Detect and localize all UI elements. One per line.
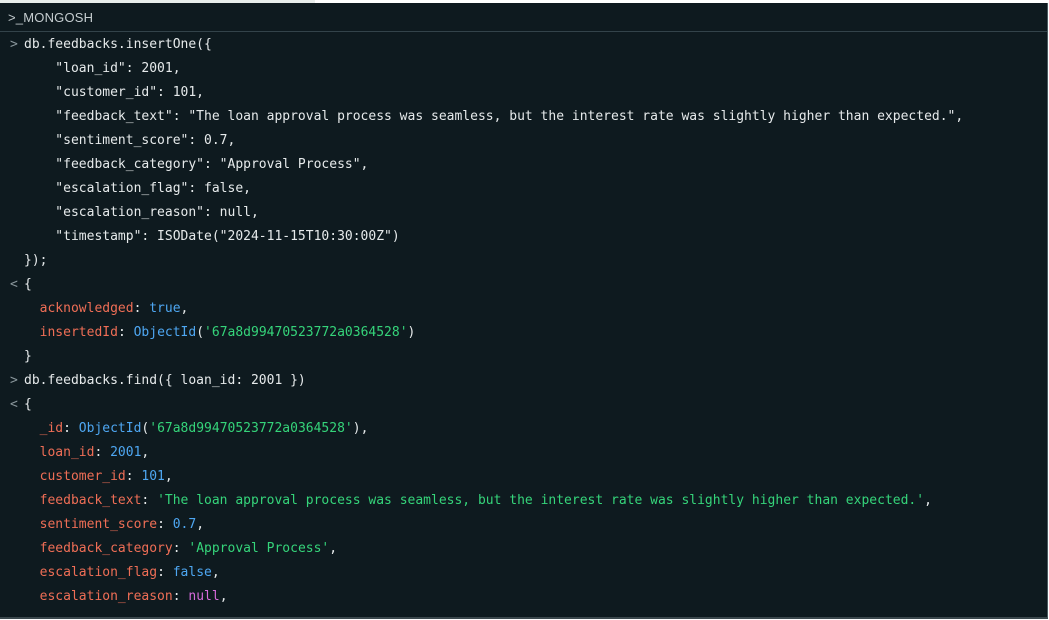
result-line: escalation_flag: false, [0, 561, 1047, 585]
command-text: "feedback_category": "Approval Process", [24, 157, 369, 172]
command-line: "feedback_category": "Approval Process", [0, 153, 1047, 177]
result-line: feedback_text: 'The loan approval proces… [0, 489, 1047, 513]
command-line: }); [0, 249, 1047, 273]
console-output[interactable]: > db.feedbacks.insertOne({ "loan_id": 20… [0, 33, 1047, 609]
result-field: customer_id: 101, [39, 469, 173, 484]
shell-header-title: >_MONGOSH [0, 3, 1047, 32]
command-line: "escalation_reason": null, [0, 201, 1047, 225]
command-line: > db.feedbacks.insertOne({ [0, 33, 1047, 57]
command-text: "escalation_reason": null, [24, 205, 259, 220]
field-key: insertedId [39, 325, 118, 340]
command-text: "feedback_text": "The loan approval proc… [24, 109, 964, 124]
field-key: feedback_text [39, 493, 142, 508]
command-text: "escalation_flag": false, [24, 181, 251, 196]
screen: >_MONGOSH > db.feedbacks.insertOne({ "lo… [0, 0, 1049, 620]
result-line: acknowledged: true, [0, 297, 1047, 321]
command-line: "sentiment_score": 0.7, [0, 129, 1047, 153]
result-line: escalation_reason: null, [0, 585, 1047, 609]
command-line: "feedback_text": "The loan approval proc… [0, 105, 1047, 129]
field-key: feedback_category [39, 541, 173, 556]
command-text: "customer_id": 101, [24, 85, 205, 100]
result-line: < { [0, 273, 1047, 297]
command-line: "customer_id": 101, [0, 81, 1047, 105]
result-line: < { [0, 393, 1047, 417]
result-line: _id: ObjectId('67a8d99470523772a0364528'… [0, 417, 1047, 441]
command-line: "loan_id": 2001, [0, 57, 1047, 81]
field-value: null [188, 589, 220, 604]
result-field: loan_id: 2001, [39, 445, 150, 460]
field-value: 101 [141, 469, 165, 484]
command-line: > db.feedbacks.find({ loan_id: 2001 }) [0, 369, 1047, 393]
field-key: sentiment_score [39, 517, 158, 532]
result-line: feedback_category: 'Approval Process', [0, 537, 1047, 561]
result-field: sentiment_score: 0.7, [39, 517, 205, 532]
command-text: "loan_id": 2001, [24, 61, 181, 76]
result-open-brace: { [24, 277, 32, 292]
field-value: 2001 [110, 445, 142, 460]
field-value: true [149, 301, 181, 316]
result-line: } [0, 345, 1047, 369]
mongosh-shell-panel[interactable]: >_MONGOSH > db.feedbacks.insertOne({ "lo… [0, 3, 1048, 619]
field-key: escalation_reason [39, 589, 173, 604]
result-field: feedback_text: 'The loan approval proces… [39, 493, 932, 508]
field-key: _id [39, 421, 64, 436]
command-line: "escalation_flag": false, [0, 177, 1047, 201]
result-field: escalation_reason: null, [39, 589, 228, 604]
field-key: customer_id [39, 469, 126, 484]
result-line: loan_id: 2001, [0, 441, 1047, 465]
command-text: "timestamp": ISODate("2024-11-15T10:30:0… [24, 229, 400, 244]
command-text: }); [24, 253, 48, 268]
result-field: insertedId: ObjectId('67a8d99470523772a0… [39, 325, 416, 340]
field-value: false [172, 565, 212, 580]
field-value: '67a8d99470523772a0364528' [204, 325, 408, 340]
field-value: 'Approval Process' [188, 541, 330, 556]
result-field: escalation_flag: false, [39, 565, 220, 580]
result-line: sentiment_score: 0.7, [0, 513, 1047, 537]
result-close-brace: } [24, 349, 32, 364]
result-field: _id: ObjectId('67a8d99470523772a0364528'… [39, 421, 369, 436]
field-key: acknowledged [39, 301, 134, 316]
field-value: 'The loan approval process was seamless,… [157, 493, 925, 508]
field-key: loan_id [39, 445, 95, 460]
result-open-brace: { [24, 397, 32, 412]
command-line: "timestamp": ISODate("2024-11-15T10:30:0… [0, 225, 1047, 249]
objectid-function: ObjectId [78, 421, 142, 436]
command-text: db.feedbacks.find({ loan_id: 2001 }) [24, 373, 306, 388]
result-line: insertedId: ObjectId('67a8d99470523772a0… [0, 321, 1047, 345]
result-field: acknowledged: true, [39, 301, 189, 316]
field-value: '67a8d99470523772a0364528' [149, 421, 353, 436]
command-text: "sentiment_score": 0.7, [24, 133, 236, 148]
output-marker-icon: < [10, 397, 18, 412]
input-prompt-icon: > [10, 37, 18, 52]
output-marker-icon: < [10, 277, 18, 292]
command-text: db.feedbacks.insertOne({ [24, 37, 212, 52]
input-prompt-icon: > [10, 373, 18, 388]
objectid-function: ObjectId [133, 325, 197, 340]
field-key: escalation_flag [39, 565, 158, 580]
result-line: customer_id: 101, [0, 465, 1047, 489]
field-value: 0.7 [172, 517, 197, 532]
result-field: feedback_category: 'Approval Process', [39, 541, 338, 556]
